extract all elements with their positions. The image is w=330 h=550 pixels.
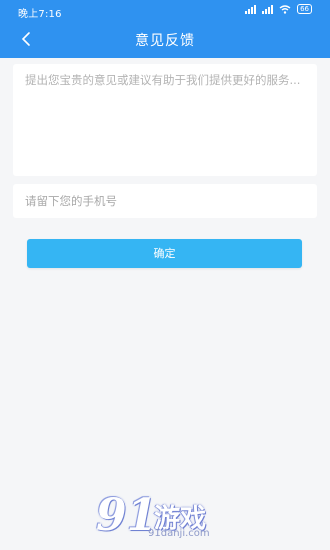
page-title: 意见反馈 — [135, 33, 195, 49]
confirm-button[interactable]: 确定 — [27, 239, 302, 268]
feedback-textarea[interactable]: 提出您宝贵的意见或建议有助于我们提供更好的服务... — [13, 64, 317, 176]
battery-icon: 66 — [297, 4, 312, 14]
watermark-url: 91danji.com — [148, 528, 210, 539]
signal-icon — [262, 4, 274, 14]
wifi-icon — [279, 4, 291, 14]
phone-input[interactable]: 请留下您的手机号 — [13, 184, 317, 218]
header-bar: 晚上7:16 66 意见反馈 — [0, 0, 330, 58]
navigation-bar: 意见反馈 — [0, 22, 330, 58]
status-bar: 晚上7:16 66 — [0, 0, 330, 22]
signal-icon — [245, 4, 257, 14]
watermark-logo: 91 游戏 91danji.com — [96, 490, 246, 546]
status-time: 晚上7:16 — [18, 9, 62, 20]
status-icons: 66 — [245, 4, 312, 14]
